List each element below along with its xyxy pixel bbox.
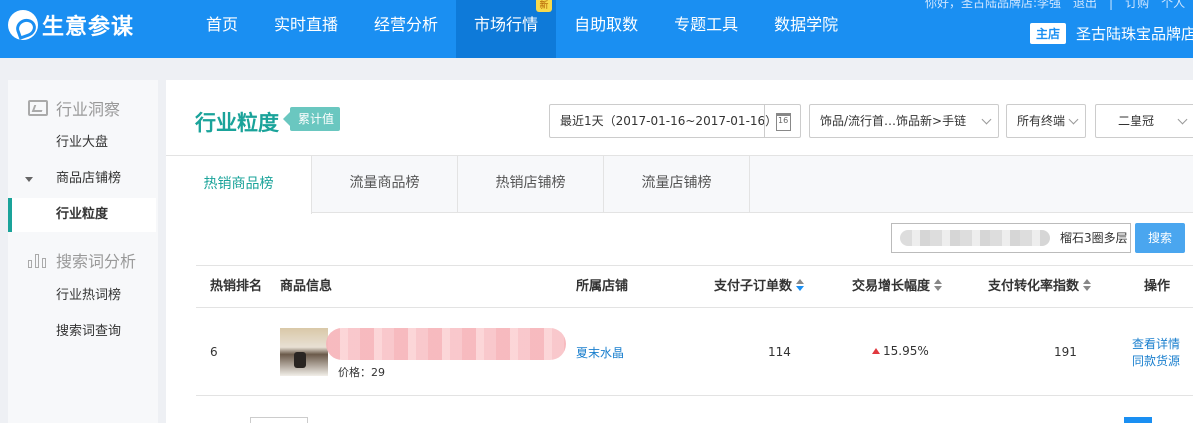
tab-traffic-shops[interactable]: 流量店铺榜 — [604, 155, 750, 213]
nav-realtime[interactable]: 实时直播 — [256, 0, 356, 58]
col-orders[interactable]: 支付子订单数 — [714, 266, 805, 308]
sidebar-item-label: 商品店铺榜 — [56, 171, 122, 186]
bar-chart-icon — [28, 252, 48, 268]
ranking-table: 热销排名 商品信息 所属店铺 支付子订单数 交易增长幅度 支付转化率指数 操作 … — [196, 265, 1193, 396]
logo[interactable]: 生意参谋 — [8, 9, 134, 41]
chevron-down-icon — [1068, 114, 1079, 125]
level-select[interactable]: 二皇冠 — [1095, 104, 1193, 138]
date-range-picker[interactable]: 最近1天（2017-01-16~2017-01-16） 16 — [549, 104, 801, 138]
terminal-select[interactable]: 所有终端 — [1006, 104, 1086, 138]
col-rank: 热销排名 — [210, 279, 263, 294]
sidebar-item-industry-granularity[interactable]: 行业粒度 — [8, 198, 156, 232]
page-size-select[interactable] — [250, 417, 308, 423]
growth-value: 15.95% — [872, 344, 929, 358]
tab-hot-shops[interactable]: 热销店铺榜 — [458, 155, 604, 213]
sidebar-group-industry: 行业洞察 — [28, 96, 120, 120]
pagination-current[interactable] — [1124, 417, 1152, 423]
monitor-icon — [28, 100, 48, 116]
sidebar-group-label: 行业洞察 — [56, 100, 121, 119]
caret-down-icon — [25, 177, 33, 182]
logo-icon — [8, 10, 38, 40]
shop-name: 圣古陆珠宝品牌店 — [1076, 25, 1193, 43]
category-value: 饰品/流行首…饰品新>手链 — [820, 114, 967, 128]
sidebar-group-search: 搜索词分析 — [28, 248, 136, 272]
sidebar-group-label: 搜索词分析 — [56, 252, 137, 271]
col-conversion[interactable]: 支付转化率指数 — [988, 266, 1092, 308]
top-nav-bar: 生意参谋 首页 实时直播 经营分析 市场行情 自助取数 专题工具 数据学院 新 … — [0, 0, 1193, 58]
product-title-blurred[interactable] — [326, 328, 566, 360]
chevron-down-icon — [1177, 114, 1188, 125]
new-badge: 新 — [536, 0, 552, 12]
shop-switcher[interactable]: 主店 圣古陆珠宝品牌店 — [1030, 23, 1193, 44]
nav-business-analysis[interactable]: 经营分析 — [356, 0, 456, 58]
sort-icon — [934, 279, 943, 291]
chevron-down-icon — [981, 114, 992, 125]
sidebar-item-product-shop-rank[interactable]: 商品店铺榜 — [8, 162, 156, 196]
main-shop-tag: 主店 — [1030, 23, 1067, 44]
col-growth[interactable]: 交易增长幅度 — [852, 266, 943, 308]
table-row: 6 价格：29 夏末水晶 114 15.95% 191 查看详情 同款货源 — [196, 308, 1193, 396]
tab-hot-products[interactable]: 热销商品榜 — [166, 155, 312, 214]
calendar-icon[interactable]: 16 — [764, 105, 800, 137]
nav-academy[interactable]: 数据学院 — [756, 0, 856, 58]
sidebar-item-hot-words[interactable]: 行业热词榜 — [8, 279, 156, 313]
date-range-text: 最近1天（2017-01-16~2017-01-16） — [560, 114, 778, 128]
col-shop: 所属店铺 — [576, 279, 629, 294]
search-button[interactable]: 搜索 — [1135, 223, 1185, 253]
tab-traffic-products[interactable]: 流量商品榜 — [312, 155, 458, 213]
shop-link[interactable]: 夏末水晶 — [576, 344, 624, 361]
nav-home[interactable]: 首页 — [188, 0, 256, 58]
view-details-link[interactable]: 查看详情 — [1132, 335, 1180, 352]
cumulative-tag: 累计值 — [282, 107, 341, 131]
col-product-info: 商品信息 — [280, 279, 333, 294]
price-value: 价格：29 — [338, 366, 385, 379]
arrow-up-icon — [872, 348, 880, 354]
blurred-query — [900, 230, 1050, 246]
same-source-link[interactable]: 同款货源 — [1132, 352, 1180, 369]
sort-icon — [796, 279, 805, 291]
logo-text: 生意参谋 — [42, 15, 135, 40]
nav-self-service[interactable]: 自助取数 — [556, 0, 656, 58]
terminal-value: 所有终端 — [1017, 114, 1066, 128]
nav-special-tools[interactable]: 专题工具 — [656, 0, 756, 58]
main-nav: 首页 实时直播 经营分析 市场行情 自助取数 专题工具 数据学院 — [188, 0, 856, 58]
main-panel: 行业粒度 累计值 最近1天（2017-01-16~2017-01-16） 16 … — [166, 80, 1193, 423]
col-action: 操作 — [1144, 279, 1171, 294]
tab-bar: 热销商品榜 流量商品榜 热销店铺榜 流量店铺榜 — [166, 155, 1193, 214]
page-title: 行业粒度 — [195, 111, 279, 135]
user-greeting[interactable]: 你好，圣古陆品牌店:李强 退出 | 订购 个人 — [925, 0, 1185, 11]
sidebar: 行业洞察 行业大盘 商品店铺榜 行业粒度 搜索词分析 行业热词榜 搜索词查询 — [8, 80, 158, 423]
orders-value: 114 — [768, 345, 791, 359]
sort-icon — [1083, 279, 1092, 291]
sidebar-item-industry-overview[interactable]: 行业大盘 — [8, 126, 156, 160]
sidebar-item-word-query[interactable]: 搜索词查询 — [8, 315, 156, 349]
product-thumbnail[interactable] — [280, 328, 328, 376]
search-text: 榴石3圈多层 — [1060, 231, 1128, 245]
rank-value: 6 — [210, 345, 218, 359]
table-header: 热销排名 商品信息 所属店铺 支付子订单数 交易增长幅度 支付转化率指数 操作 — [196, 265, 1193, 308]
category-select[interactable]: 饰品/流行首…饰品新>手链 — [809, 104, 999, 138]
conversion-value: 191 — [1054, 345, 1077, 359]
level-value: 二皇冠 — [1118, 114, 1155, 128]
search-input[interactable]: 榴石3圈多层 — [891, 223, 1131, 253]
